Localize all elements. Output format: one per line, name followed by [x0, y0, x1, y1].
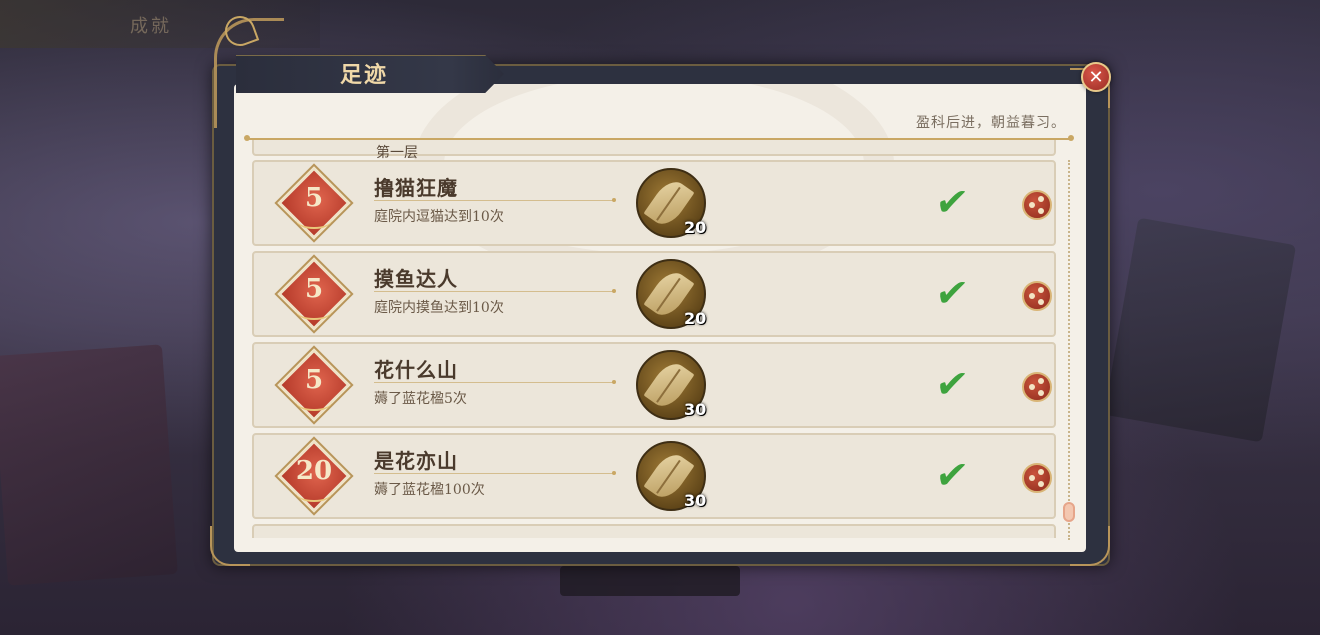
share-icon-dot: [1038, 481, 1044, 487]
share-icon: [1029, 475, 1035, 481]
badge-number: 5: [304, 183, 324, 213]
achievement-title: 花什么山: [374, 358, 458, 382]
achievement-description: 庭院内逗猫达到10次: [374, 209, 504, 225]
share-icon: [1029, 293, 1035, 299]
share-icon-dot: [1038, 378, 1044, 384]
share-icon: [1029, 202, 1035, 208]
reward-count: 20: [684, 309, 707, 328]
reward-count: 30: [684, 491, 707, 510]
achievement-title: 撸猫狂魔: [374, 176, 458, 200]
list-item-partial: [252, 524, 1056, 538]
reward-item[interactable]: 20: [636, 259, 706, 329]
share-icon-dot: [1038, 299, 1044, 305]
reward-item[interactable]: 30: [636, 350, 706, 420]
level-badge: 20: [277, 439, 351, 513]
achievement-description: 薅了蓝花楹5次: [374, 391, 467, 407]
reward-count: 30: [684, 400, 707, 419]
panel-tagline: 盈科后进，朝益暮习。: [916, 115, 1066, 131]
background-book: [0, 344, 178, 586]
checkmark-icon: ✔: [932, 453, 971, 497]
background-plaque: [560, 566, 740, 596]
achievement-row: 5 花什么山 薅了蓝花楹5次 30 ✔: [252, 342, 1056, 428]
swirl-icon: [296, 211, 332, 229]
title-divider: [374, 198, 616, 202]
swirl-icon: [296, 484, 332, 502]
achievement-title: 摸鱼达人: [374, 267, 458, 291]
panel-title: 足迹: [340, 62, 389, 88]
achievement-description: 薅了蓝花楹100次: [374, 482, 485, 498]
checkmark-icon: ✔: [932, 362, 971, 406]
share-button[interactable]: [1022, 372, 1052, 402]
checkmark-icon: ✔: [932, 271, 971, 315]
title-divider: [374, 471, 616, 475]
background-book: [1103, 217, 1297, 443]
partial-label: 第一层: [376, 145, 418, 161]
reward-count: 20: [684, 218, 707, 237]
achievement-title: 是花亦山: [374, 449, 458, 473]
level-badge: 5: [277, 166, 351, 240]
share-icon-dot: [1038, 287, 1044, 293]
badge-number: 20: [295, 456, 333, 486]
background-menu-label: 成就: [130, 16, 172, 37]
scrollbar-track[interactable]: [1068, 160, 1070, 540]
share-icon-dot: [1038, 390, 1044, 396]
share-button[interactable]: [1022, 463, 1052, 493]
close-button[interactable]: ✕: [1081, 62, 1111, 92]
achievement-row: 20 是花亦山 薅了蓝花楹100次 30 ✔: [252, 433, 1056, 519]
share-icon-dot: [1038, 469, 1044, 475]
corner-ornament: [1070, 526, 1110, 566]
close-icon: ✕: [1088, 66, 1104, 88]
corner-ornament: [210, 526, 250, 566]
share-icon-dot: [1038, 208, 1044, 214]
level-badge: 5: [277, 348, 351, 422]
badge-number: 5: [304, 365, 324, 395]
checkmark-icon: ✔: [932, 180, 971, 224]
scrollbar-thumb[interactable]: [1063, 502, 1075, 522]
swirl-icon: [296, 302, 332, 320]
share-button[interactable]: [1022, 190, 1052, 220]
badge-number: 5: [304, 274, 324, 304]
title-divider: [374, 380, 616, 384]
reward-item[interactable]: 20: [636, 168, 706, 238]
title-divider: [374, 289, 616, 293]
list-item-partial: 第一层: [252, 140, 1056, 161]
achievement-row: 5 摸鱼达人 庭院内摸鱼达到10次 20 ✔: [252, 251, 1056, 337]
share-icon-dot: [1038, 196, 1044, 202]
level-badge: 5: [277, 257, 351, 331]
share-icon: [1029, 384, 1035, 390]
achievement-description: 庭院内摸鱼达到10次: [374, 300, 504, 316]
reward-item[interactable]: 30: [636, 441, 706, 511]
share-button[interactable]: [1022, 281, 1052, 311]
achievement-row: 5 撸猫狂魔 庭院内逗猫达到10次 20 ✔: [252, 160, 1056, 246]
swirl-icon: [296, 393, 332, 411]
achievement-list[interactable]: 第一层 5 撸猫狂魔 庭院内逗猫达到10次 20 ✔ 5 摸鱼达人 庭院内摸鱼达…: [252, 140, 1058, 538]
